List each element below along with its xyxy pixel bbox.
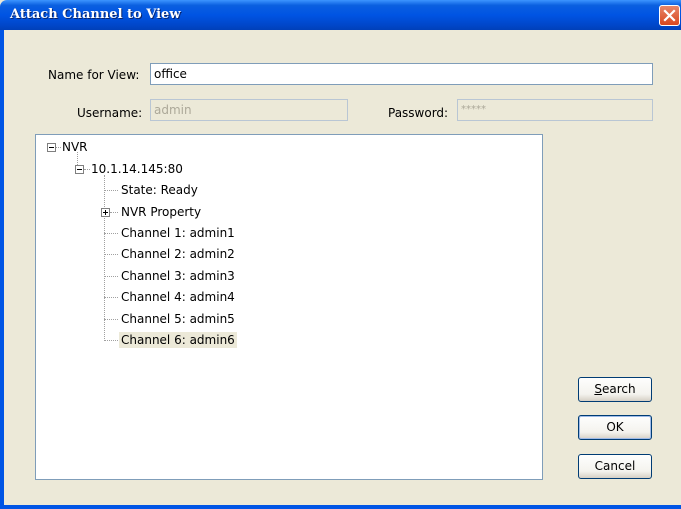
name-for-view-label: Name for View: — [48, 68, 140, 82]
tree-node-nvr-property[interactable]: NVR Property — [121, 204, 201, 220]
tree-line — [104, 340, 118, 342]
tree-node-channel-5[interactable]: Channel 5: admin5 — [121, 311, 235, 327]
tree-line — [84, 169, 90, 171]
tree-line — [56, 147, 61, 149]
expand-icon[interactable] — [101, 208, 110, 217]
collapse-icon[interactable] — [75, 165, 84, 174]
channel-tree[interactable]: NVR 10.1.14.145:80 State: Ready NVR Prop… — [35, 134, 543, 480]
close-icon — [663, 9, 676, 22]
cancel-button[interactable]: Cancel — [578, 454, 652, 479]
tree-line — [104, 190, 118, 192]
tree-node-channel-3[interactable]: Channel 3: admin3 — [121, 268, 235, 284]
title-bar[interactable]: Attach Channel to View — [0, 0, 681, 30]
tree-line — [104, 233, 118, 235]
tree-line — [104, 297, 118, 299]
attach-channel-dialog: Attach Channel to View Name for View: of… — [0, 0, 681, 509]
collapse-icon[interactable] — [47, 143, 56, 152]
username-label: Username: — [77, 106, 143, 120]
close-button[interactable] — [659, 5, 680, 26]
window-frame-bottom — [0, 505, 681, 509]
tree-node-state[interactable]: State: Ready — [121, 182, 198, 198]
tree-line — [104, 276, 118, 278]
tree-line — [110, 212, 118, 214]
tree-line — [104, 254, 118, 256]
search-label: earch — [602, 382, 636, 396]
name-for-view-input[interactable]: office — [150, 63, 653, 85]
tree-line — [104, 319, 118, 321]
password-input[interactable]: ***** — [457, 99, 653, 121]
tree-node-channel-2[interactable]: Channel 2: admin2 — [121, 246, 235, 262]
username-input[interactable]: admin — [150, 99, 348, 121]
ok-button[interactable]: OK — [578, 415, 652, 440]
tree-node-nvr[interactable]: NVR — [62, 139, 88, 155]
window-frame-left — [0, 30, 4, 509]
password-label: Password: — [388, 106, 449, 120]
dialog-title: Attach Channel to View — [10, 7, 181, 22]
tree-line — [104, 175, 106, 341]
tree-node-channel-4[interactable]: Channel 4: admin4 — [121, 289, 235, 305]
tree-node-server[interactable]: 10.1.14.145:80 — [91, 161, 183, 177]
search-button[interactable]: Search — [578, 377, 652, 402]
tree-node-channel-6[interactable]: Channel 6: admin6 — [119, 332, 237, 348]
search-accel: S — [594, 382, 602, 396]
tree-node-channel-1[interactable]: Channel 1: admin1 — [121, 225, 235, 241]
